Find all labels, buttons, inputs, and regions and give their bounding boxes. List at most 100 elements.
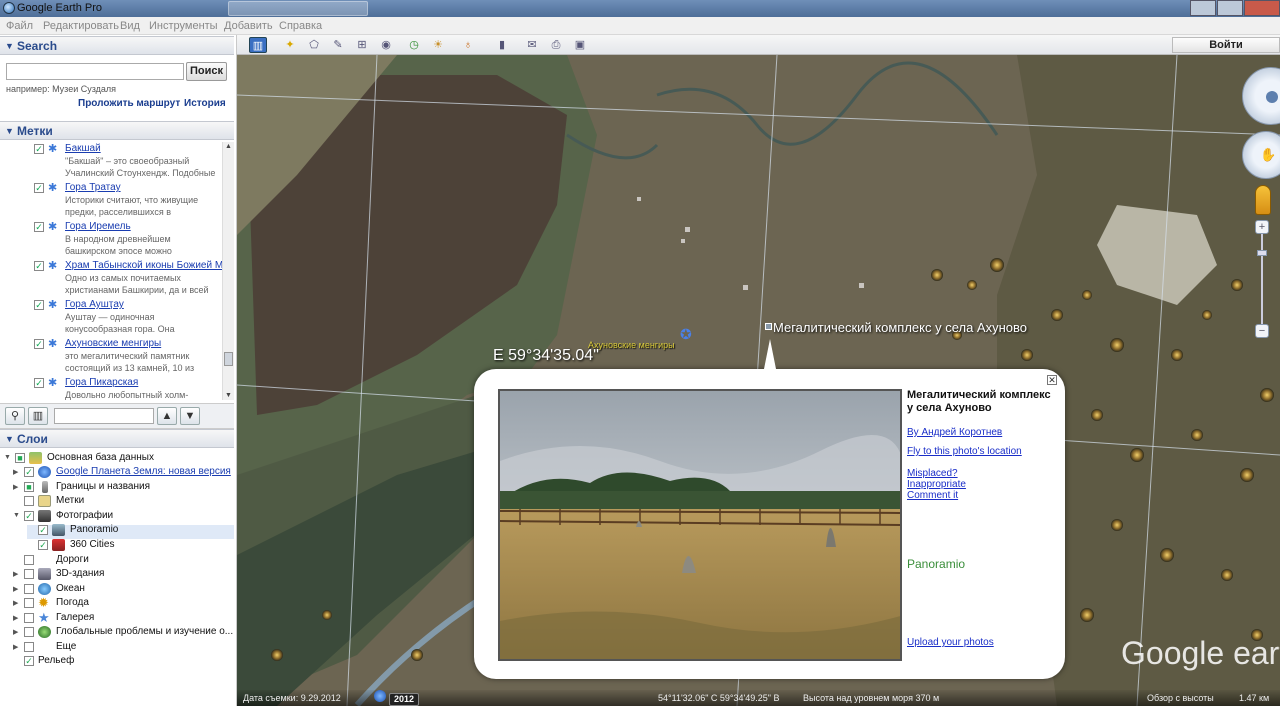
menu-tools[interactable]: Инструменты xyxy=(149,20,218,32)
menu-file[interactable]: Файл xyxy=(6,20,33,32)
layer-checkbox[interactable] xyxy=(24,555,34,565)
scrollbar-thumb[interactable] xyxy=(224,352,233,366)
placemark-label[interactable]: Мегалитический комплекс у села Ахуново xyxy=(773,320,1027,335)
minimize-button[interactable] xyxy=(1190,0,1216,16)
add-path-icon[interactable]: ✎ xyxy=(329,37,347,53)
places-filter-input[interactable] xyxy=(54,408,154,424)
place-checkbox[interactable]: ✓ xyxy=(34,261,44,271)
layer-checkbox[interactable]: ✓ xyxy=(24,656,34,666)
background-window-tab[interactable] xyxy=(228,1,368,16)
place-checkbox[interactable]: ✓ xyxy=(34,144,44,154)
add-placemark-icon[interactable]: ✦ xyxy=(281,37,299,53)
layer-checkbox[interactable]: ✓ xyxy=(24,467,34,477)
search-button[interactable]: Поиск xyxy=(186,62,227,81)
add-polygon-icon[interactable]: ⬠ xyxy=(305,37,323,53)
fly-to-link[interactable]: Fly to this photo's location xyxy=(907,446,1057,457)
imagery-year-badge[interactable]: 2012 xyxy=(389,693,420,706)
zoom-in-icon[interactable]: + xyxy=(1255,220,1269,234)
places-scrollbar[interactable]: ▲ ▼ xyxy=(222,142,234,400)
search-input[interactable] xyxy=(6,63,184,80)
layer-item-terrain[interactable]: ✓ Рельеф xyxy=(13,655,234,667)
place-name[interactable]: Гора Иремель xyxy=(65,221,131,232)
layer-checkbox[interactable] xyxy=(24,496,34,506)
place-name[interactable]: Храм Табынской иконы Божией М xyxy=(65,260,223,271)
history-link[interactable]: История xyxy=(184,98,226,109)
places-panel-header[interactable]: ▼ Метки xyxy=(0,121,234,140)
map-view[interactable]: E 59°34'35.04" Ахуновские менгиры ✪ Мега… xyxy=(237,55,1280,706)
close-window-button[interactable] xyxy=(1244,0,1280,16)
historical-imagery-icon[interactable]: ◷ xyxy=(405,37,423,53)
email-icon[interactable]: ✉ xyxy=(523,37,541,53)
zoom-slider-knob[interactable] xyxy=(1257,250,1267,256)
photo-placemark-icon[interactable] xyxy=(765,323,772,330)
layer-checkbox[interactable] xyxy=(24,627,34,637)
record-tour-icon[interactable]: ◉ xyxy=(377,37,395,53)
place-name[interactable]: Гора Аушҭау xyxy=(65,299,124,310)
menu-add[interactable]: Добавить xyxy=(224,20,273,32)
place-name[interactable]: Гора Тратау xyxy=(65,182,121,193)
search-panel-header[interactable]: ▼ Search xyxy=(0,36,234,55)
planets-icon[interactable]: ♁ xyxy=(459,37,477,53)
layer-checkbox[interactable] xyxy=(24,569,34,579)
move-down-button[interactable]: ▼ xyxy=(180,407,200,425)
login-button[interactable]: Войти xyxy=(1172,37,1280,53)
expand-arrow-icon[interactable]: ▶ xyxy=(13,468,18,476)
panoramio-photo[interactable] xyxy=(498,389,902,661)
layer-checkbox[interactable]: ■ xyxy=(15,453,25,463)
expand-arrow-icon[interactable]: ▶ xyxy=(13,585,18,593)
save-image-icon[interactable]: ▣ xyxy=(571,37,589,53)
zoom-slider[interactable]: + − xyxy=(1255,220,1269,338)
place-name[interactable]: Гора Пикарская xyxy=(65,377,138,388)
upload-photos-link[interactable]: Upload your photos xyxy=(907,637,994,648)
place-name[interactable]: Ахуновские менгиры xyxy=(65,338,161,349)
maximize-button[interactable] xyxy=(1217,0,1243,16)
directions-link[interactable]: Проложить маршрут xyxy=(78,98,180,109)
sunlight-icon[interactable]: ☀ xyxy=(429,37,447,53)
menu-edit[interactable]: Редактировать xyxy=(43,20,119,32)
menu-help[interactable]: Справка xyxy=(279,20,322,32)
layer-checkbox[interactable] xyxy=(24,584,34,594)
comment-link[interactable]: Comment it xyxy=(907,490,1057,501)
street-view-pegman-icon[interactable] xyxy=(1255,185,1271,215)
expand-arrow-icon[interactable]: ▶ xyxy=(13,599,18,607)
scroll-down-icon[interactable]: ▼ xyxy=(225,392,232,399)
layer-checkbox[interactable]: ■ xyxy=(24,482,34,492)
place-checkbox[interactable]: ✓ xyxy=(34,378,44,388)
place-name[interactable]: Бакшай xyxy=(65,143,101,154)
expand-arrow-icon[interactable]: ▶ xyxy=(13,483,18,491)
search-places-button[interactable]: ⚲ xyxy=(5,407,25,425)
place-checkbox[interactable]: ✓ xyxy=(34,300,44,310)
collapse-arrow-icon[interactable]: ▼ xyxy=(13,512,20,519)
scroll-up-icon[interactable]: ▲ xyxy=(225,143,232,150)
misplaced-link[interactable]: Misplaced? xyxy=(907,468,1057,479)
zoom-out-icon[interactable]: − xyxy=(1255,324,1269,338)
place-checkbox[interactable]: ✓ xyxy=(34,339,44,349)
expand-arrow-icon[interactable]: ▶ xyxy=(13,628,18,636)
close-icon[interactable]: ✕ xyxy=(1047,375,1057,385)
print-icon[interactable]: ⎙ xyxy=(547,37,565,53)
place-checkbox[interactable]: ✓ xyxy=(34,222,44,232)
map-label-menhirs[interactable]: Ахуновские менгиры xyxy=(588,340,675,350)
layer-checkbox[interactable]: ✓ xyxy=(24,511,34,521)
layers-panel-header[interactable]: ▼ Слои xyxy=(0,429,234,448)
layer-checkbox[interactable]: ✓ xyxy=(38,525,48,535)
layer-checkbox[interactable] xyxy=(24,598,34,608)
panoramio-marker-icon[interactable]: ✪ xyxy=(680,326,692,343)
sidebar-toggle-button[interactable]: ▥ xyxy=(28,407,48,425)
collapse-arrow-icon[interactable]: ▼ xyxy=(4,454,11,461)
expand-arrow-icon[interactable]: ▶ xyxy=(13,614,18,622)
sidebar-toggle-icon[interactable]: ▥ xyxy=(249,37,267,53)
expand-arrow-icon[interactable]: ▶ xyxy=(13,643,18,651)
expand-arrow-icon[interactable]: ▶ xyxy=(13,570,18,578)
ruler-icon[interactable]: ▮ xyxy=(493,37,511,53)
layer-checkbox[interactable] xyxy=(24,613,34,623)
zoom-track[interactable] xyxy=(1261,234,1263,326)
image-overlay-icon[interactable]: ⊞ xyxy=(353,37,371,53)
layer-checkbox[interactable]: ✓ xyxy=(38,540,48,550)
layer-checkbox[interactable] xyxy=(24,642,34,652)
author-link[interactable]: By Андрей Коротнев xyxy=(907,427,1057,438)
panoramio-logo[interactable]: Panoramio xyxy=(907,557,965,571)
inappropriate-link[interactable]: Inappropriate xyxy=(907,479,1057,490)
layer-item-panoramio[interactable]: ✓ Panoramio xyxy=(27,524,234,539)
menu-view[interactable]: Вид xyxy=(120,20,140,32)
